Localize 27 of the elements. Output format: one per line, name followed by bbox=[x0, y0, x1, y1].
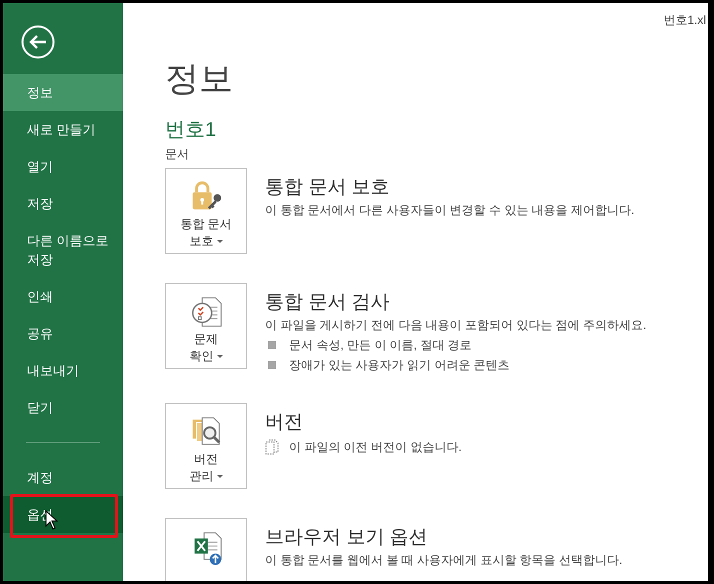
section-button[interactable]: 문제 확인 bbox=[165, 283, 247, 369]
nav-item[interactable]: 새로 만들기 bbox=[3, 111, 123, 148]
bullet-text: 문서 속성, 만든 이 이름, 절대 경로 bbox=[289, 337, 472, 354]
document-location: 문서 bbox=[165, 146, 190, 162]
section-button[interactable]: 통합 문서 보호 bbox=[165, 168, 247, 254]
nav-item[interactable]: 계정 bbox=[3, 459, 123, 496]
nav-item[interactable]: 저장 bbox=[3, 185, 123, 222]
document-name: 번호1 bbox=[165, 118, 218, 143]
section-button[interactable]: 버전 관리 bbox=[165, 403, 247, 489]
nav-item[interactable]: 열기 bbox=[3, 148, 123, 185]
nav-item[interactable]: 인쇄 bbox=[3, 278, 123, 315]
section-title: 버전 bbox=[265, 411, 304, 435]
nav-item[interactable]: 다른 이름으로 저장 bbox=[3, 222, 123, 278]
bullet-text: 장애가 있는 사용자가 읽기 어려운 콘텐츠 bbox=[289, 357, 510, 374]
file-name: 번호1.xl bbox=[663, 12, 706, 29]
version-note: 이 파일의 이전 버전이 없습니다. bbox=[289, 439, 462, 456]
section-title: 통합 문서 검사 bbox=[265, 291, 391, 315]
section-description: 이 파일을 게시하기 전에 다음 내용이 포함되어 있다는 점에 주의하세요. bbox=[265, 317, 646, 334]
section-title: 브라우저 보기 옵션 bbox=[265, 526, 429, 550]
section-description: 이 통합 문서에서 다른 사용자들이 변경할 수 있는 내용을 제어합니다. bbox=[265, 202, 634, 219]
nav-item[interactable]: 공유 bbox=[3, 315, 123, 352]
nav-item[interactable]: 정보 bbox=[3, 74, 123, 111]
page-title: 정보 bbox=[165, 59, 234, 100]
section-title: 통합 문서 보호 bbox=[265, 176, 391, 200]
nav-item[interactable]: 닫기 bbox=[3, 389, 123, 426]
section-description: 이 통합 문서를 웹에서 볼 때 사용자에게 표시할 항목을 선택합니다. bbox=[265, 552, 622, 569]
nav-item[interactable]: 내보내기 bbox=[3, 352, 123, 389]
